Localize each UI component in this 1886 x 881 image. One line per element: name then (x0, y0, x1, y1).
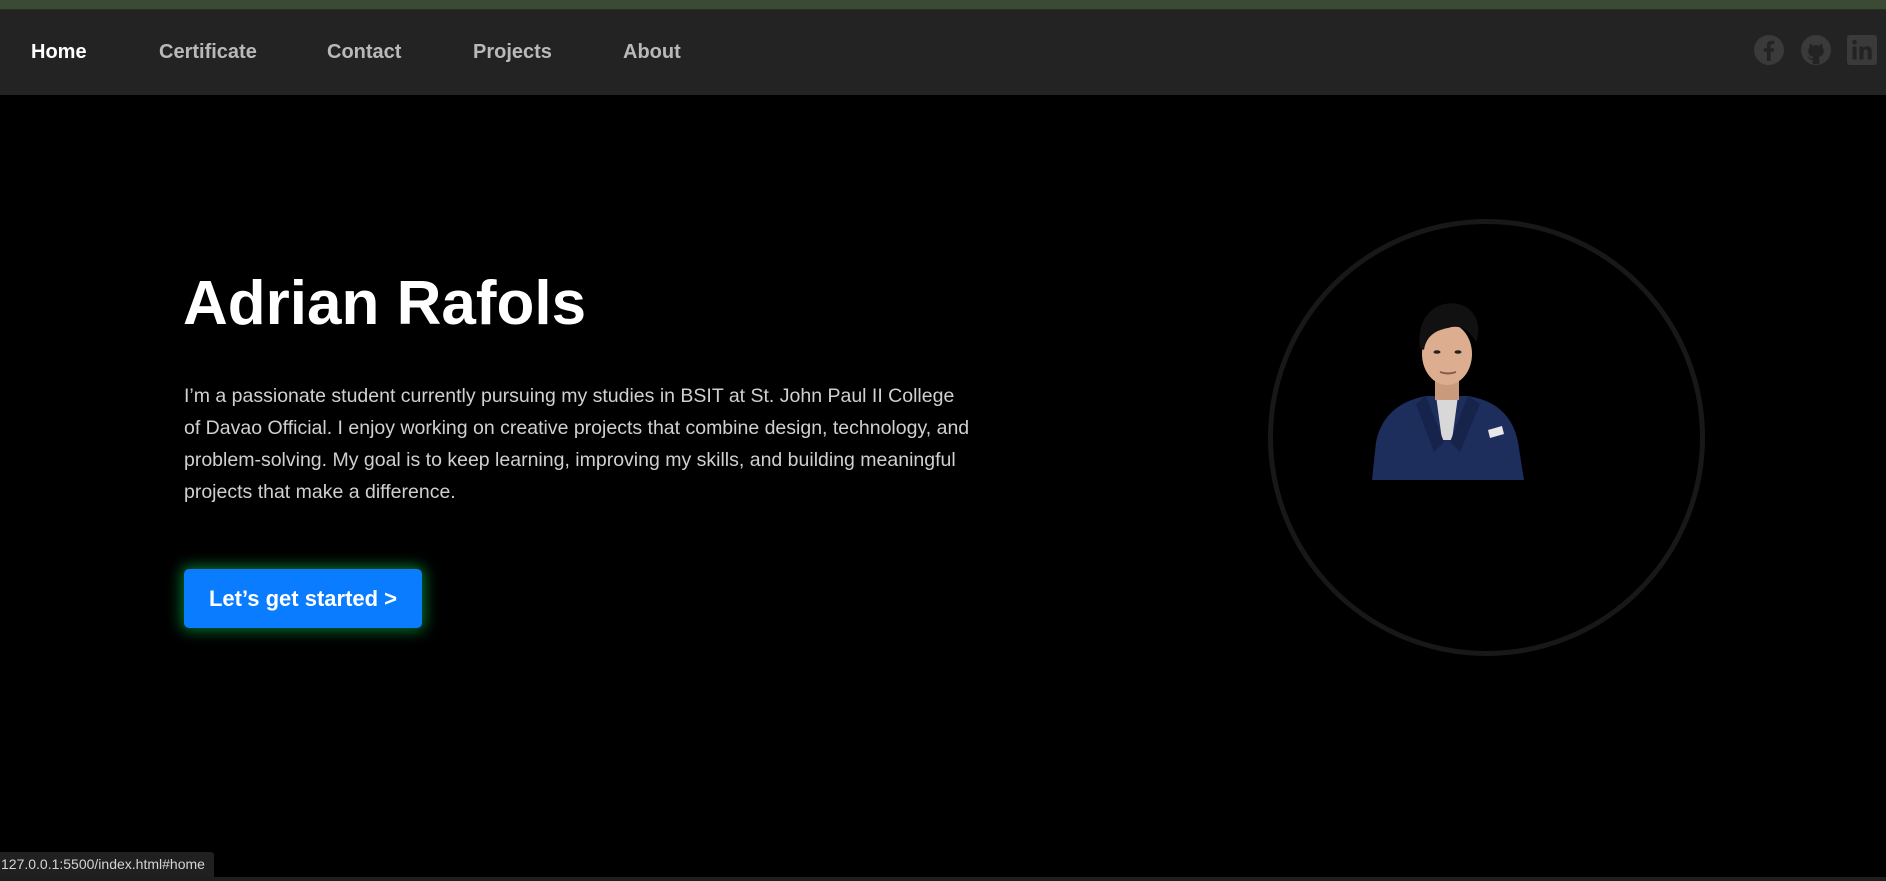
github-icon[interactable] (1800, 34, 1832, 66)
nav-link-contact[interactable]: Contact (327, 41, 401, 64)
hero-title: Adrian Rafols (183, 269, 587, 338)
nav-link-about[interactable]: About (623, 41, 681, 64)
nav-link-certificate[interactable]: Certificate (159, 41, 257, 64)
browser-status-url: 127.0.0.1:5500/index.html#home (0, 852, 214, 877)
get-started-button[interactable]: Let’s get started > (184, 569, 422, 628)
nav-link-home[interactable]: Home (31, 41, 87, 64)
bottom-strip (0, 877, 1886, 881)
linkedin-icon[interactable] (1846, 34, 1878, 66)
profile-photo (1372, 303, 1524, 480)
nav-link-projects[interactable]: Projects (473, 41, 552, 64)
navbar: Home Certificate Contact Projects About (0, 10, 1886, 95)
browser-top-strip (0, 0, 1886, 10)
hero-description: I’m a passionate student currently pursu… (184, 385, 970, 503)
facebook-icon[interactable] (1753, 34, 1785, 66)
